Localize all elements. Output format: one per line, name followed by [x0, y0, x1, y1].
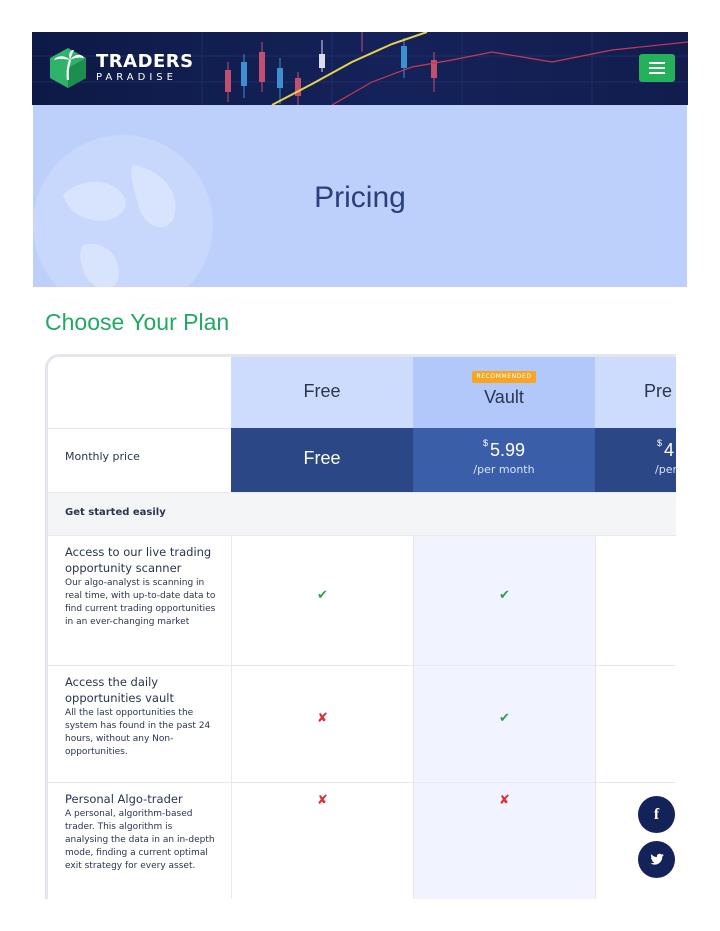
price-cell-vault: $5.99 /per month — [413, 428, 595, 492]
cross-icon: ✘ — [317, 793, 328, 808]
price-cell-premium: $4 /per — [595, 428, 676, 492]
price-value: Free — [303, 448, 341, 468]
price-cell-free: Free — [231, 428, 413, 492]
feature-cell-vault: ✔ — [413, 536, 595, 666]
feature-cell-premium — [595, 536, 676, 666]
feature-group-row: Get started easily — [48, 492, 676, 536]
check-icon: ✔ — [499, 711, 510, 726]
twitter-icon — [649, 853, 664, 865]
palm-tree-icon — [50, 48, 86, 88]
price-amount: $4 — [595, 438, 676, 461]
feature-cell-free: ✔ — [231, 536, 413, 666]
brand-logo[interactable]: TRADERS PARADISE — [46, 46, 194, 90]
feature-cell-vault: ✔ — [413, 666, 595, 783]
check-icon: ✔ — [317, 588, 328, 603]
plan-name: Pre — [644, 381, 673, 401]
feature-title: Personal Algo-trader — [65, 792, 183, 806]
feature-description: Our algo-analyst is scanning in real tim… — [65, 578, 216, 627]
plan-header-vault: RECOMMENDED Vault — [413, 357, 595, 428]
feature-description: A personal, algorithm-based trader. This… — [65, 809, 215, 871]
monthly-price-label: Monthly price — [65, 450, 140, 463]
plan-header-free: Free — [231, 357, 413, 428]
feature-title: Access the daily opportunities vault — [65, 675, 174, 705]
feature-cell-free: ✘ — [231, 783, 413, 899]
feature-title: Access to our live trading opportunity s… — [65, 545, 212, 575]
plan-name: Vault — [484, 387, 524, 407]
feature-cell-vault: ✘ — [413, 783, 595, 899]
recommended-badge: RECOMMENDED — [472, 371, 536, 383]
price-value: 5.99 — [489, 440, 526, 460]
hamburger-icon-bar — [649, 62, 665, 64]
currency-symbol: $ — [482, 438, 488, 448]
feature-description: All the last opportunities the system ha… — [65, 708, 211, 757]
pricing-table: Free RECOMMENDED Vault Pre Monthly price… — [45, 354, 676, 899]
price-amount: $5.99 — [413, 438, 595, 461]
feature-cell-free: ✘ — [231, 666, 413, 783]
feature-group-label: Get started easily — [65, 507, 166, 518]
page-title: Pricing — [314, 181, 406, 214]
hero-banner: Pricing — [33, 105, 687, 287]
plan-name: Free — [303, 381, 341, 401]
site-header: TRADERS PARADISE — [32, 32, 688, 105]
brand-subtitle: PARADISE — [96, 72, 177, 83]
cross-icon: ✘ — [499, 793, 510, 808]
price-period: /per — [655, 463, 676, 476]
cross-icon: ✘ — [317, 711, 328, 726]
price-row-label-cell: Monthly price — [48, 428, 231, 492]
facebook-icon: f — [653, 806, 660, 823]
facebook-share-button[interactable]: f — [638, 796, 675, 833]
feature-cell-premium — [595, 666, 676, 783]
table-row: Access to our live trading opportunity s… — [48, 536, 231, 666]
hamburger-icon-bar — [649, 72, 665, 74]
section-title: Choose Your Plan — [45, 309, 230, 335]
price-value: 4 — [664, 440, 675, 460]
hamburger-menu-button[interactable] — [639, 54, 675, 82]
table-row: Access the daily opportunities vault All… — [48, 666, 231, 783]
plan-header-premium: Pre — [595, 357, 676, 428]
table-corner-cell — [48, 357, 231, 428]
twitter-share-button[interactable] — [638, 841, 675, 878]
price-period: /per month — [473, 463, 535, 476]
currency-symbol: $ — [657, 438, 663, 448]
hamburger-icon-bar — [649, 67, 665, 69]
table-row: Personal Algo-trader A personal, algorit… — [48, 783, 231, 899]
check-icon: ✔ — [499, 588, 510, 603]
pricing-page: TRADERS PARADISE Pricing Choose Your Pla… — [0, 0, 720, 931]
brand-title: TRADERS — [96, 51, 194, 72]
